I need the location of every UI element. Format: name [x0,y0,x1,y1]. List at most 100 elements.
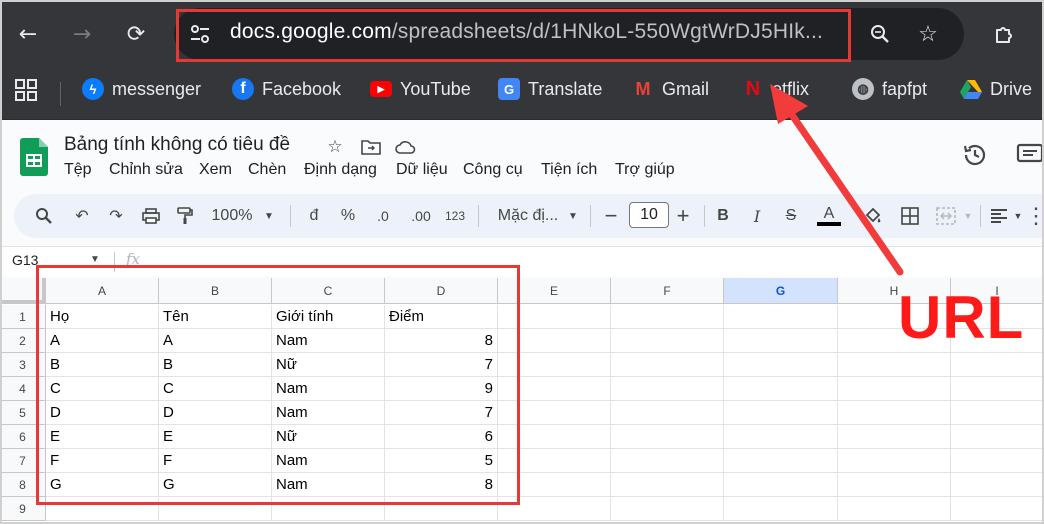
facebook-icon: f [232,78,254,100]
bookmark-label: fapfpt [882,78,928,99]
version-history-icon[interactable] [962,142,988,168]
print-icon[interactable] [139,203,163,229]
cell-H7[interactable] [838,449,951,473]
comments-icon[interactable] [1016,142,1044,168]
bookmark-label: etflix [772,78,810,99]
more-toolbar-icon[interactable]: ⋮ [1025,203,1044,229]
bookmark-facebook[interactable]: f Facebook [232,74,341,104]
align-dropdown-icon[interactable]: ▼ [1012,203,1024,229]
cell-F4[interactable] [611,377,724,401]
menu-file[interactable]: Tệp [64,161,92,179]
extensions-icon[interactable] [986,16,1022,52]
cell-F2[interactable] [611,329,724,353]
cell-H5[interactable] [838,401,951,425]
font-size-input[interactable]: 10 [629,202,669,228]
currency-format-button[interactable]: đ [304,203,324,229]
decrease-decimal-button[interactable]: .0 [370,203,396,229]
cell-I8[interactable] [951,473,1044,497]
undo-icon[interactable]: ↶ [70,203,94,229]
cell-H4[interactable] [838,377,951,401]
menu-insert[interactable]: Chèn [248,161,286,179]
bookmark-youtube[interactable]: ▶ YouTube [370,74,471,104]
bookmark-translate[interactable]: G Translate [498,74,602,104]
search-zoom-icon[interactable] [864,18,896,50]
cell-G4[interactable] [724,377,838,401]
cell-F9[interactable] [611,497,724,521]
sheets-logo-icon[interactable] [20,138,48,176]
name-box-dropdown-icon[interactable]: ▼ [90,254,100,265]
redo-icon[interactable]: ↷ [104,203,128,229]
cell-H3[interactable] [838,353,951,377]
align-left-icon[interactable] [988,203,1010,229]
cell-I3[interactable] [951,353,1044,377]
cell-G8[interactable] [724,473,838,497]
menu-tools[interactable]: Công cụ [463,161,523,179]
move-folder-icon[interactable] [360,136,382,158]
cell-G2[interactable] [724,329,838,353]
bookmark-netflix[interactable]: N etflix [742,74,809,104]
cell-H8[interactable] [838,473,951,497]
bookmark-label: Facebook [262,78,342,99]
menu-extensions[interactable]: Tiện ích [541,161,597,179]
cell-G1[interactable] [724,305,838,329]
cell-G7[interactable] [724,449,838,473]
strikethrough-icon[interactable]: S [780,203,802,229]
merge-dropdown-icon[interactable]: ▼ [962,203,974,229]
menu-format[interactable]: Định dạng [304,161,377,179]
column-header-g[interactable]: G [724,278,838,304]
cell-G9[interactable] [724,497,838,521]
apps-grid-icon[interactable] [14,78,40,104]
cell-I7[interactable] [951,449,1044,473]
borders-icon[interactable] [898,203,922,229]
document-title[interactable]: Bảng tính không có tiêu đề [64,134,290,156]
paint-format-icon[interactable] [173,203,197,229]
bookmark-messenger[interactable]: ϟ messenger [82,74,201,104]
reload-icon[interactable]: ⟳ [116,14,156,54]
cloud-saved-icon[interactable] [394,136,416,158]
bookmark-drive[interactable]: Drive [960,74,1032,104]
bookmark-fapfpt[interactable]: ◍ fapfpt [852,74,927,104]
cell-I6[interactable] [951,425,1044,449]
back-arrow-icon[interactable]: ← [8,14,48,54]
cell-G3[interactable] [724,353,838,377]
search-menus-icon[interactable] [30,203,58,229]
star-icon[interactable]: ☆ [324,136,346,158]
cell-F7[interactable] [611,449,724,473]
text-color-icon[interactable]: A [814,203,844,229]
percent-format-button[interactable]: % [337,203,359,229]
cell-H6[interactable] [838,425,951,449]
zoom-select[interactable]: 100% [211,203,253,229]
number-format-button[interactable]: 123 [442,203,468,229]
cell-F8[interactable] [611,473,724,497]
cell-F5[interactable] [611,401,724,425]
merge-cells-icon[interactable] [934,203,958,229]
cell-F6[interactable] [611,425,724,449]
cell-F3[interactable] [611,353,724,377]
font-dropdown-icon[interactable]: ▼ [566,203,580,229]
cell-G5[interactable] [724,401,838,425]
cell-I9[interactable] [951,497,1044,521]
increase-decimal-button[interactable]: .00 [406,203,436,229]
name-box[interactable]: G13 [12,252,38,268]
italic-button[interactable]: I [747,203,767,229]
fill-color-icon[interactable] [860,203,886,229]
cell-G6[interactable] [724,425,838,449]
cell-I4[interactable] [951,377,1044,401]
column-header-f[interactable]: F [611,278,724,304]
font-family-select[interactable]: Mặc đị... [492,203,564,229]
bookmark-star-icon[interactable]: ☆ [912,18,944,50]
forward-arrow-icon[interactable]: → [62,14,102,54]
bookmark-gmail[interactable]: M Gmail [632,74,710,104]
decrease-font-size-icon[interactable]: − [600,203,622,229]
zoom-dropdown-icon[interactable]: ▼ [262,203,276,229]
cell-H9[interactable] [838,497,951,521]
increase-font-size-icon[interactable]: + [672,203,694,229]
toolbar-divider [478,205,479,227]
menu-edit[interactable]: Chỉnh sửa [109,161,183,179]
menu-view[interactable]: Xem [199,161,232,179]
bold-button[interactable]: B [713,203,733,229]
menu-data[interactable]: Dữ liệu [396,161,448,179]
cell-I5[interactable] [951,401,1044,425]
menu-help[interactable]: Trợ giúp [615,161,675,179]
cell-F1[interactable] [611,305,724,329]
